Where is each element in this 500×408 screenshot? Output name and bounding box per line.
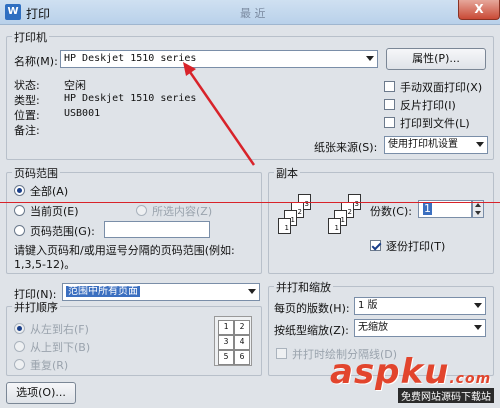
collate-label: 逐份打印(T) <box>386 240 446 253</box>
spinner-up-icon[interactable] <box>475 203 481 207</box>
watermark-subtitle: 免费网站源码下载站 <box>398 388 494 403</box>
copies-group-label: 副本 <box>274 165 300 181</box>
range-current-radio[interactable] <box>14 205 25 216</box>
order-cell: 2 <box>234 320 250 335</box>
pages-per-sheet-value: 1 版 <box>358 300 378 311</box>
range-selection-radio[interactable] <box>136 205 147 216</box>
aspku-watermark: aspku.com <box>330 352 491 392</box>
chevron-down-icon <box>248 289 256 294</box>
range-hint-line2: 1,3,5-12)。 <box>14 258 76 271</box>
scale-value: 无缩放 <box>358 322 388 333</box>
order-left-right-radio[interactable] <box>14 323 25 334</box>
collate-checkbox[interactable] <box>370 240 381 251</box>
chevron-down-icon <box>474 303 482 308</box>
spinner-down-icon[interactable] <box>475 211 481 215</box>
order-top-bottom-radio[interactable] <box>14 341 25 352</box>
draw-borders-checkbox[interactable] <box>276 348 287 359</box>
chevron-down-icon <box>474 325 482 330</box>
zoom-group-label: 并打和缩放 <box>274 279 333 295</box>
copies-collated-stack: 3 2 1 1 <box>328 194 364 240</box>
scale-label: 按纸型缩放(Z): <box>274 324 349 337</box>
range-pages-label: 页码范围(G): <box>30 225 95 238</box>
order-cell: 6 <box>234 350 250 365</box>
range-all-label: 全部(A) <box>30 185 69 198</box>
order-repeat-label: 重复(R) <box>30 359 69 372</box>
watermark-suffix: .com <box>449 371 492 387</box>
print-what-value: 范围中所有页面 <box>66 286 140 297</box>
watermark-main: aspku <box>330 352 450 392</box>
order-cell: 5 <box>218 350 234 365</box>
copies-count-value: 1 <box>423 202 432 215</box>
order-repeat-radio[interactable] <box>14 359 25 370</box>
order-cell: 3 <box>218 335 234 350</box>
annotation-red-line <box>0 202 500 203</box>
print-order-group-label: 并打顺序 <box>12 299 60 315</box>
pages-per-sheet-select[interactable]: 1 版 <box>354 297 486 315</box>
copy-page: 1 <box>328 218 341 234</box>
copy-page: 1 <box>278 218 291 234</box>
range-pages-radio[interactable] <box>14 225 25 236</box>
order-left-right-label: 从左到右(F) <box>30 323 89 336</box>
pages-per-sheet-label: 每页的版数(H): <box>274 302 350 315</box>
range-all-radio[interactable] <box>14 185 25 196</box>
order-cell: 4 <box>234 335 250 350</box>
copies-count-label: 份数(C): <box>370 205 412 218</box>
range-selection-label: 所选内容(Z) <box>152 205 213 218</box>
print-what-select[interactable]: 范围中所有页面 <box>62 283 260 301</box>
options-button[interactable]: 选项(O)... <box>6 382 76 404</box>
scale-select[interactable]: 无缩放 <box>354 319 486 337</box>
page-range-group-label: 页码范围 <box>12 165 60 181</box>
range-pages-input[interactable] <box>104 221 210 238</box>
order-top-bottom-label: 从上到下(B) <box>30 341 91 354</box>
copies-uncollated-stack: 3 2 1 1 <box>278 194 314 240</box>
order-preview: 1 2 3 4 5 6 <box>214 316 252 366</box>
annotation-arrow-line <box>188 71 256 166</box>
range-current-label: 当前页(E) <box>30 205 79 218</box>
order-cell: 1 <box>218 320 234 335</box>
annotation-arrow-head <box>183 62 196 76</box>
